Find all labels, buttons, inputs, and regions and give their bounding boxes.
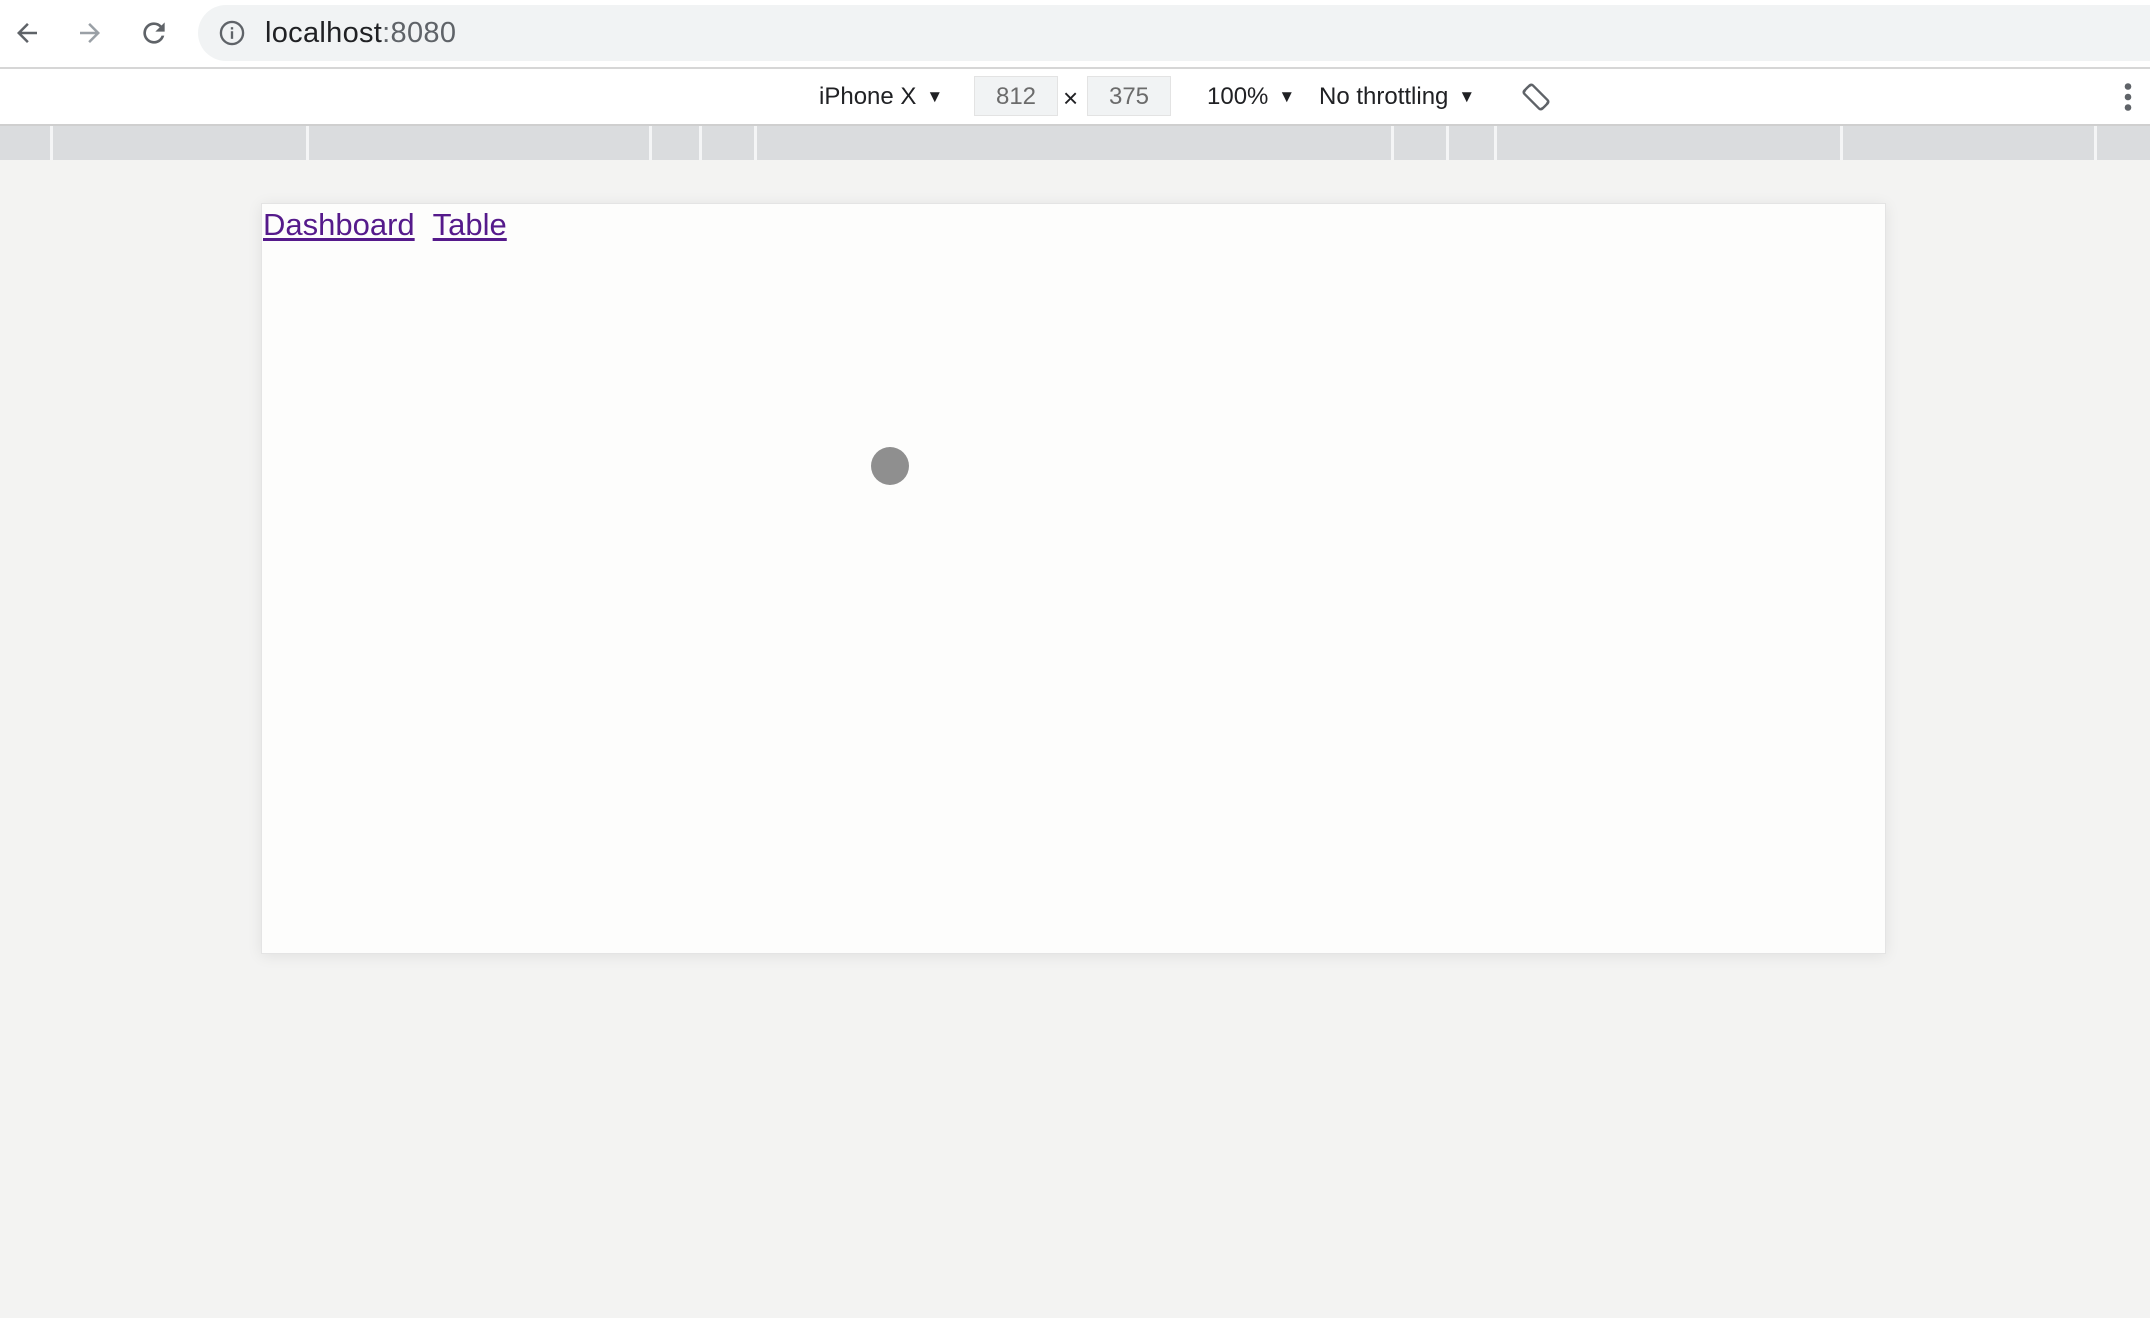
media-query-ruler[interactable] [0,126,2150,160]
reload-icon [143,22,165,44]
more-vertical-icon [2124,83,2132,111]
height-input[interactable]: 375 [1087,76,1171,116]
device-select[interactable]: iPhone X ▼ [819,69,943,124]
url-text: localhost:8080 [265,5,456,61]
forward-button[interactable] [69,12,111,54]
arrow-left-icon [17,23,37,43]
nav-link-dashboard[interactable]: Dashboard [263,207,415,242]
browser-address-bar: localhost:8080 [0,0,2150,69]
url-port: :8080 [382,17,457,49]
ruler-breakpoint[interactable] [1840,126,1843,160]
url-host: localhost [265,17,383,49]
rotate-button[interactable] [1518,79,1554,115]
ruler-breakpoint[interactable] [754,126,757,160]
ruler-breakpoint[interactable] [1391,126,1394,160]
ruler-breakpoint[interactable] [2094,126,2097,160]
rotate-icon [1522,83,1550,111]
device-toolbar: iPhone X ▼ 812 × 375 100% ▼ No throttling ▼ [0,69,2150,126]
ruler-breakpoint[interactable] [50,126,53,160]
zoom-select-label: 100% [1207,83,1269,110]
nav-link-table[interactable]: Table [433,207,507,242]
more-options-button[interactable] [2118,79,2138,115]
ruler-breakpoint[interactable] [699,126,702,160]
dimension-separator: × [1063,83,1079,113]
caret-down-icon: ▼ [1278,87,1296,106]
ruler-breakpoint[interactable] [306,126,309,160]
caret-down-icon: ▼ [1458,87,1476,106]
reload-button[interactable] [133,12,175,54]
throttling-select[interactable]: No throttling ▼ [1319,69,1475,124]
width-input[interactable]: 812 [974,76,1058,116]
arrow-right-icon [80,23,100,43]
page-nav: Dashboard Table [263,204,507,246]
zoom-select[interactable]: 100% ▼ [1207,69,1295,124]
ruler-breakpoint[interactable] [1446,126,1449,160]
ruler-breakpoint[interactable] [1494,126,1497,160]
throttling-select-label: No throttling [1319,83,1449,110]
device-select-label: iPhone X [819,83,917,110]
touch-cursor [871,447,909,485]
info-circle-icon[interactable] [218,19,246,47]
url-field[interactable]: localhost:8080 [198,5,2150,61]
caret-down-icon: ▼ [926,87,944,106]
back-button[interactable] [6,12,48,54]
ruler-breakpoint[interactable] [649,126,652,160]
device-viewport: Dashboard Table [261,203,1886,954]
